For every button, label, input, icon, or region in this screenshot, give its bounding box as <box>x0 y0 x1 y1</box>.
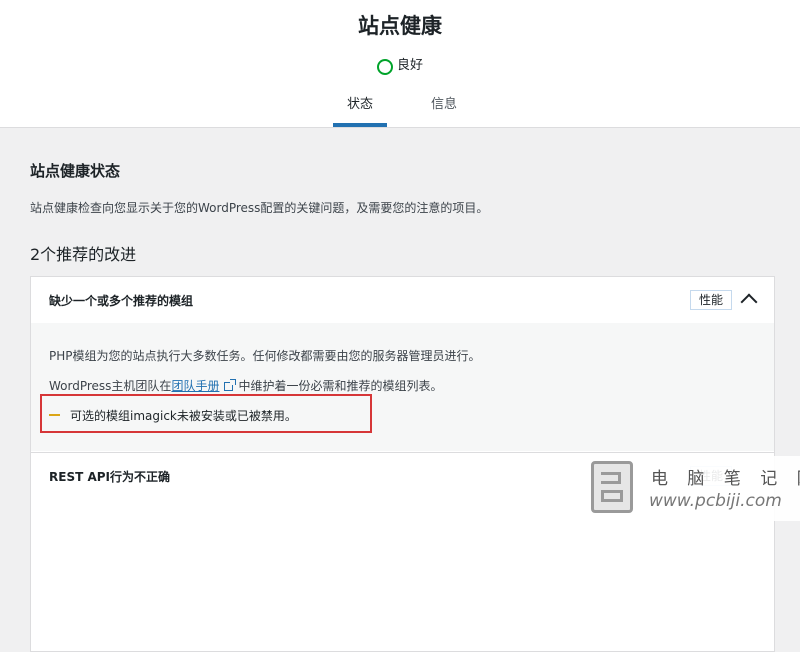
site-logo-icon <box>591 461 633 513</box>
chevron-up-icon[interactable] <box>740 293 758 311</box>
external-link-icon <box>224 379 237 391</box>
accordion-panel-modules: PHP模组为您的站点执行大多数任务。任何修改都需要由您的服务器管理员进行。 Wo… <box>31 323 774 451</box>
accordion-title: REST API行为不正确 <box>49 470 170 484</box>
team-handbook-link[interactable]: 团队手册 <box>171 379 219 393</box>
panel-text-2: WordPress主机团队在团队手册 中维护着一份必需和推荐的模组列表。 <box>49 377 442 394</box>
panel-text-2-prefix: WordPress主机团队在 <box>49 379 172 393</box>
category-badge: 性能 <box>690 290 733 310</box>
watermark: 电 脑 笔 记 网 www.pcbiji.com <box>585 456 800 521</box>
tab-bar: 状态 信息 <box>0 87 800 127</box>
section-title: 站点健康状态 <box>30 162 121 180</box>
watermark-url: www.pcbiji.com <box>649 491 782 511</box>
improvements-heading: 2个推荐的改进 <box>30 245 137 264</box>
watermark-text: 电 脑 笔 记 网 <box>651 469 800 489</box>
accordion-title: 缺少一个或多个推荐的模组 <box>49 294 194 308</box>
accordion-header-modules[interactable]: 缺少一个或多个推荐的模组 性能 <box>31 277 774 324</box>
page-title: 站点健康 <box>358 14 442 38</box>
status-label: 良好 <box>396 58 423 73</box>
tab-status[interactable]: 状态 <box>333 87 387 127</box>
site-health-header: 站点健康 良好 状态 信息 <box>0 0 800 128</box>
section-description: 站点健康检查向您显示关于您的WordPress配置的关键问题，及需要您的注意的项… <box>30 201 489 215</box>
health-status: 良好 <box>0 54 800 75</box>
status-good-icon <box>376 59 393 75</box>
highlight-annotation <box>40 394 372 433</box>
panel-text-2-suffix: 中维护着一份必需和推荐的模组列表。 <box>238 379 443 393</box>
panel-text-1: PHP模组为您的站点执行大多数任务。任何修改都需要由您的服务器管理员进行。 <box>49 349 481 363</box>
tab-info[interactable]: 信息 <box>419 87 469 127</box>
